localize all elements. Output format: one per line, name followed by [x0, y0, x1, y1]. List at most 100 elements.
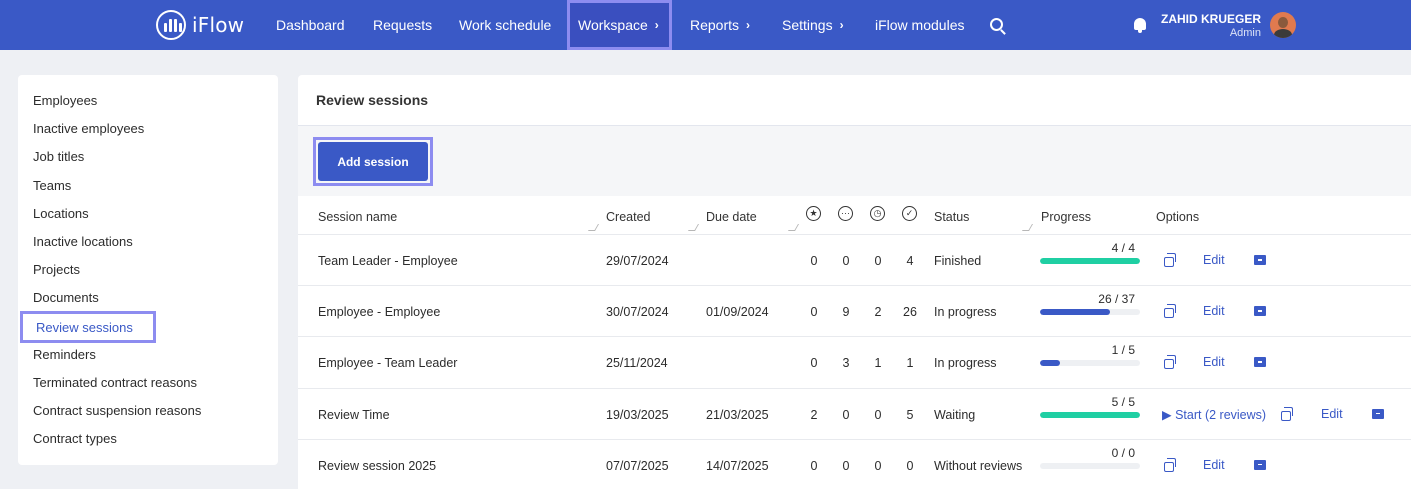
- start-review-link[interactable]: ▶ Start (2 reviews): [1162, 407, 1266, 422]
- session-name-cell: Review Time: [318, 407, 390, 422]
- created-cell: 19/03/2025: [606, 407, 669, 422]
- column-resize-handle[interactable]: [587, 224, 600, 231]
- chevron-right-icon: ›: [839, 18, 844, 32]
- nav-item-dashboard[interactable]: Dashboard: [276, 0, 345, 50]
- nav-item-requests[interactable]: Requests: [373, 0, 432, 50]
- dots-count: 0: [842, 458, 850, 473]
- sidebar-item-inactive-locations[interactable]: Inactive locations: [33, 232, 133, 252]
- copy-icon[interactable]: [1164, 253, 1176, 267]
- progress-bar: [1040, 258, 1140, 264]
- column-status[interactable]: Status: [934, 210, 969, 224]
- copy-icon[interactable]: [1164, 457, 1176, 472]
- iflow-logo[interactable]: iFlow: [156, 10, 244, 40]
- edit-link[interactable]: Edit: [1203, 304, 1225, 318]
- progress-label: 1 / 5: [1111, 343, 1135, 358]
- archive-icon[interactable]: [1254, 357, 1266, 368]
- sidebar-item-job-titles[interactable]: Job titles: [33, 147, 84, 167]
- iflow-logo-icon: [156, 10, 186, 40]
- created-cell: 30/07/2024: [606, 305, 669, 320]
- column-resize-handle[interactable]: [787, 224, 800, 231]
- clock-count: 1: [874, 356, 882, 371]
- progress-bar: [1040, 462, 1140, 469]
- table-row[interactable]: Review session 2025 07/07/2025 14/07/2025 0…: [298, 438, 1411, 489]
- sidebar-item-locations[interactable]: Locations: [33, 204, 89, 224]
- nav-item-work-schedule[interactable]: Work schedule: [459, 0, 551, 50]
- nav-item-iflow-modules[interactable]: iFlow modules: [875, 0, 964, 50]
- search-icon[interactable]: [990, 18, 1003, 31]
- check-icon: ✓: [902, 206, 917, 221]
- sidebar-item-terminated-contract-reasons[interactable]: Terminated contract reasons: [33, 373, 197, 393]
- sidebar-item-employees[interactable]: Employees: [33, 91, 97, 111]
- sidebar-item-inactive-employees[interactable]: Inactive employees: [33, 119, 144, 139]
- dots-count: 9: [842, 305, 850, 320]
- progress-bar-fill: [1040, 360, 1060, 367]
- star-count: 0: [810, 356, 818, 371]
- nav-item-settings[interactable]: Settings ›: [782, 0, 844, 50]
- nav-item-workspace[interactable]: Workspace ›: [567, 0, 672, 50]
- archive-icon[interactable]: [1254, 306, 1266, 317]
- nav-item-reports[interactable]: Reports ›: [690, 0, 750, 50]
- dots-count: 0: [842, 254, 850, 268]
- star-count: 0: [810, 305, 818, 320]
- progress-label: 0 / 0: [1111, 445, 1135, 460]
- copy-icon[interactable]: [1281, 406, 1293, 421]
- table-row[interactable]: Team Leader - Employee 29/07/2024 0 0 0 4 Fini…: [298, 234, 1411, 285]
- nav-item-label: Reports: [690, 17, 740, 33]
- created-cell: 25/11/2024: [606, 356, 668, 371]
- user-name[interactable]: ZAHID KRUEGER: [1161, 12, 1261, 26]
- column-session-name[interactable]: Session name: [318, 210, 397, 224]
- table-row[interactable]: Review Time 19/03/2025 21/03/2025 2 0 0 5 Waiti…: [298, 387, 1411, 439]
- table-row[interactable]: Employee - Employee 30/07/2024 01/09/2024 0…: [298, 285, 1411, 336]
- sidebar-item-contract-types[interactable]: Contract types: [33, 429, 117, 449]
- clock-icon: ◷: [870, 206, 885, 221]
- star-count: 0: [810, 254, 818, 268]
- created-cell: 07/07/2025: [606, 458, 669, 473]
- status-cell: In progress: [934, 305, 997, 320]
- status-cell: Finished: [934, 254, 982, 268]
- column-progress: Progress: [1041, 210, 1092, 224]
- archive-icon[interactable]: [1254, 459, 1266, 470]
- toolbar: Add session: [298, 126, 1411, 196]
- bell-icon[interactable]: [1134, 18, 1146, 33]
- star-count: 2: [810, 407, 818, 422]
- nav-item-label: Work schedule: [459, 17, 552, 33]
- star-count: 0: [810, 458, 818, 473]
- nav-item-label: Requests: [373, 17, 433, 33]
- progress-bar: [1040, 360, 1140, 367]
- column-created[interactable]: Created: [606, 210, 650, 224]
- avatar[interactable]: [1270, 12, 1296, 38]
- due-date-cell: 21/03/2025: [706, 407, 769, 422]
- add-session-button[interactable]: Add session: [318, 142, 428, 181]
- copy-icon[interactable]: [1164, 355, 1176, 370]
- archive-icon[interactable]: [1372, 408, 1384, 419]
- column-resize-handle[interactable]: [1021, 224, 1034, 231]
- archive-icon[interactable]: [1254, 255, 1266, 265]
- add-session-highlight: Add session: [313, 137, 433, 186]
- check-count: 26: [903, 305, 917, 320]
- edit-link[interactable]: Edit: [1203, 458, 1225, 472]
- check-count: 4: [906, 254, 914, 268]
- sidebar-item-projects[interactable]: Projects: [33, 260, 80, 280]
- copy-icon[interactable]: [1164, 304, 1176, 319]
- due-date-cell: 14/07/2025: [706, 458, 769, 473]
- dots-icon: ···: [838, 206, 853, 221]
- session-name-cell: Team Leader - Employee: [318, 254, 458, 268]
- status-cell: Waiting: [934, 407, 976, 422]
- status-cell: In progress: [934, 356, 997, 371]
- check-count: 1: [906, 356, 914, 371]
- column-due-date[interactable]: Due date: [706, 210, 757, 224]
- edit-link[interactable]: Edit: [1321, 407, 1343, 421]
- clock-count: 0: [874, 407, 882, 422]
- edit-link[interactable]: Edit: [1203, 355, 1225, 369]
- table-row[interactable]: Employee - Team Leader 25/11/2024 0 3 1 1 In p…: [298, 336, 1411, 387]
- sidebar-item-teams[interactable]: Teams: [33, 176, 71, 196]
- sidebar-item-documents[interactable]: Documents: [33, 288, 99, 308]
- column-resize-handle[interactable]: [687, 224, 700, 231]
- progress-bar: [1040, 309, 1140, 316]
- sidebar-item-review-sessions[interactable]: Review sessions: [20, 310, 156, 343]
- edit-link[interactable]: Edit: [1203, 253, 1225, 267]
- sidebar-item-contract-suspension-reasons[interactable]: Contract suspension reasons: [33, 401, 201, 421]
- check-count: 5: [906, 407, 914, 422]
- sidebar-item-reminders[interactable]: Reminders: [33, 345, 96, 365]
- sidebar: Employees Inactive employees Job titles Tea…: [18, 75, 278, 465]
